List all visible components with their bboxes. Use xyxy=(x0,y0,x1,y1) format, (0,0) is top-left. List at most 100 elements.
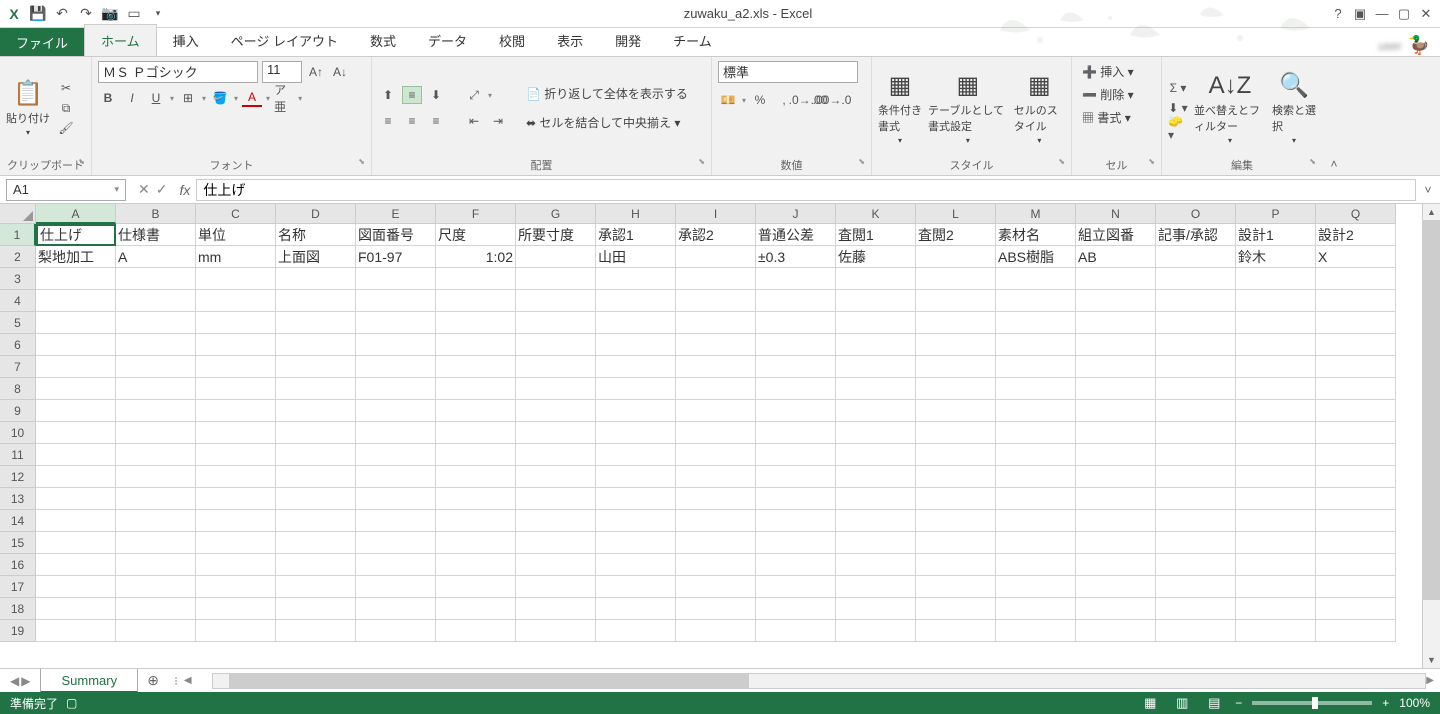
cell-L10[interactable] xyxy=(916,422,996,444)
hscroll-right-icon[interactable]: ▶ xyxy=(1426,675,1434,686)
macro-record-icon[interactable]: ▢ xyxy=(66,696,77,710)
cell-P15[interactable] xyxy=(1236,532,1316,554)
cell-B4[interactable] xyxy=(116,290,196,312)
font-color-icon[interactable]: A xyxy=(242,89,262,107)
cell-B19[interactable] xyxy=(116,620,196,642)
cell-H8[interactable] xyxy=(596,378,676,400)
cell-L9[interactable] xyxy=(916,400,996,422)
cell-P12[interactable] xyxy=(1236,466,1316,488)
cell-E15[interactable] xyxy=(356,532,436,554)
sort-filter-button[interactable]: A↓Z並べ替えとフィルター▾ xyxy=(1194,72,1266,145)
cell-Q10[interactable] xyxy=(1316,422,1396,444)
cell-A19[interactable] xyxy=(36,620,116,642)
cell-G5[interactable] xyxy=(516,312,596,334)
row-head-2[interactable]: 2 xyxy=(0,246,36,268)
cell-N7[interactable] xyxy=(1076,356,1156,378)
cell-Q19[interactable] xyxy=(1316,620,1396,642)
cell-E1[interactable]: 図面番号 xyxy=(356,224,436,246)
cell-D5[interactable] xyxy=(276,312,356,334)
col-head-L[interactable]: L xyxy=(916,204,996,224)
tab-home[interactable]: ホーム xyxy=(84,24,157,56)
cell-F16[interactable] xyxy=(436,554,516,576)
cell-E14[interactable] xyxy=(356,510,436,532)
cell-O16[interactable] xyxy=(1156,554,1236,576)
cell-L14[interactable] xyxy=(916,510,996,532)
col-head-P[interactable]: P xyxy=(1236,204,1316,224)
cell-N11[interactable] xyxy=(1076,444,1156,466)
col-head-K[interactable]: K xyxy=(836,204,916,224)
cell-M3[interactable] xyxy=(996,268,1076,290)
cell-J2[interactable]: ±0.3 xyxy=(756,246,836,268)
cell-M15[interactable] xyxy=(996,532,1076,554)
sheet-tab-summary[interactable]: Summary xyxy=(40,669,138,693)
cell-K4[interactable] xyxy=(836,290,916,312)
cell-A15[interactable] xyxy=(36,532,116,554)
cell-B3[interactable] xyxy=(116,268,196,290)
italic-icon[interactable]: I xyxy=(122,89,142,107)
bold-icon[interactable]: B xyxy=(98,89,118,107)
orientation-icon[interactable]: ⤢ xyxy=(464,86,484,104)
cell-P7[interactable] xyxy=(1236,356,1316,378)
cell-B18[interactable] xyxy=(116,598,196,620)
cell-E9[interactable] xyxy=(356,400,436,422)
cell-G3[interactable] xyxy=(516,268,596,290)
number-format-select[interactable]: 標準 xyxy=(718,61,858,83)
cell-M18[interactable] xyxy=(996,598,1076,620)
cell-Q8[interactable] xyxy=(1316,378,1396,400)
cell-D18[interactable] xyxy=(276,598,356,620)
name-box[interactable]: A1▾ xyxy=(6,179,126,201)
cell-H11[interactable] xyxy=(596,444,676,466)
cell-K13[interactable] xyxy=(836,488,916,510)
cell-N6[interactable] xyxy=(1076,334,1156,356)
cell-A14[interactable] xyxy=(36,510,116,532)
cell-O17[interactable] xyxy=(1156,576,1236,598)
cell-J9[interactable] xyxy=(756,400,836,422)
col-head-A[interactable]: A xyxy=(36,204,116,224)
cell-E7[interactable] xyxy=(356,356,436,378)
cell-N18[interactable] xyxy=(1076,598,1156,620)
cell-J17[interactable] xyxy=(756,576,836,598)
col-head-N[interactable]: N xyxy=(1076,204,1156,224)
cell-B15[interactable] xyxy=(116,532,196,554)
qat-dropdown-icon[interactable]: ▾ xyxy=(148,4,168,24)
cell-M5[interactable] xyxy=(996,312,1076,334)
cell-N19[interactable] xyxy=(1076,620,1156,642)
cell-N2[interactable]: AB xyxy=(1076,246,1156,268)
cell-B16[interactable] xyxy=(116,554,196,576)
cell-N12[interactable] xyxy=(1076,466,1156,488)
conditional-format-button[interactable]: ▦条件付き書式▾ xyxy=(878,71,922,145)
cell-A12[interactable] xyxy=(36,466,116,488)
row-head-15[interactable]: 15 xyxy=(0,532,36,554)
cell-J6[interactable] xyxy=(756,334,836,356)
cell-P2[interactable]: 鈴木 xyxy=(1236,246,1316,268)
cell-G7[interactable] xyxy=(516,356,596,378)
decrease-indent-icon[interactable]: ⇤ xyxy=(464,112,484,130)
page-break-view-icon[interactable]: ▤ xyxy=(1203,694,1225,712)
cell-D7[interactable] xyxy=(276,356,356,378)
col-head-H[interactable]: H xyxy=(596,204,676,224)
cell-Q1[interactable]: 設計2 xyxy=(1316,224,1396,246)
cell-C19[interactable] xyxy=(196,620,276,642)
cell-D15[interactable] xyxy=(276,532,356,554)
cell-F1[interactable]: 尺度 xyxy=(436,224,516,246)
cell-D17[interactable] xyxy=(276,576,356,598)
hscroll-left-icon[interactable]: ◀ xyxy=(184,675,192,686)
cell-E12[interactable] xyxy=(356,466,436,488)
cell-H16[interactable] xyxy=(596,554,676,576)
cell-B12[interactable] xyxy=(116,466,196,488)
cell-B5[interactable] xyxy=(116,312,196,334)
find-select-button[interactable]: 🔍検索と選択▾ xyxy=(1272,71,1316,145)
ribbon-display-icon[interactable]: ▣ xyxy=(1350,4,1370,24)
cell-B2[interactable]: A xyxy=(116,246,196,268)
cell-I9[interactable] xyxy=(676,400,756,422)
cell-Q14[interactable] xyxy=(1316,510,1396,532)
cell-H10[interactable] xyxy=(596,422,676,444)
cell-B8[interactable] xyxy=(116,378,196,400)
cell-I4[interactable] xyxy=(676,290,756,312)
redo-icon[interactable]: ↷ xyxy=(76,4,96,24)
border-icon[interactable]: ⊞ xyxy=(178,89,198,107)
cell-J19[interactable] xyxy=(756,620,836,642)
cell-P8[interactable] xyxy=(1236,378,1316,400)
cell-J15[interactable] xyxy=(756,532,836,554)
cell-K11[interactable] xyxy=(836,444,916,466)
